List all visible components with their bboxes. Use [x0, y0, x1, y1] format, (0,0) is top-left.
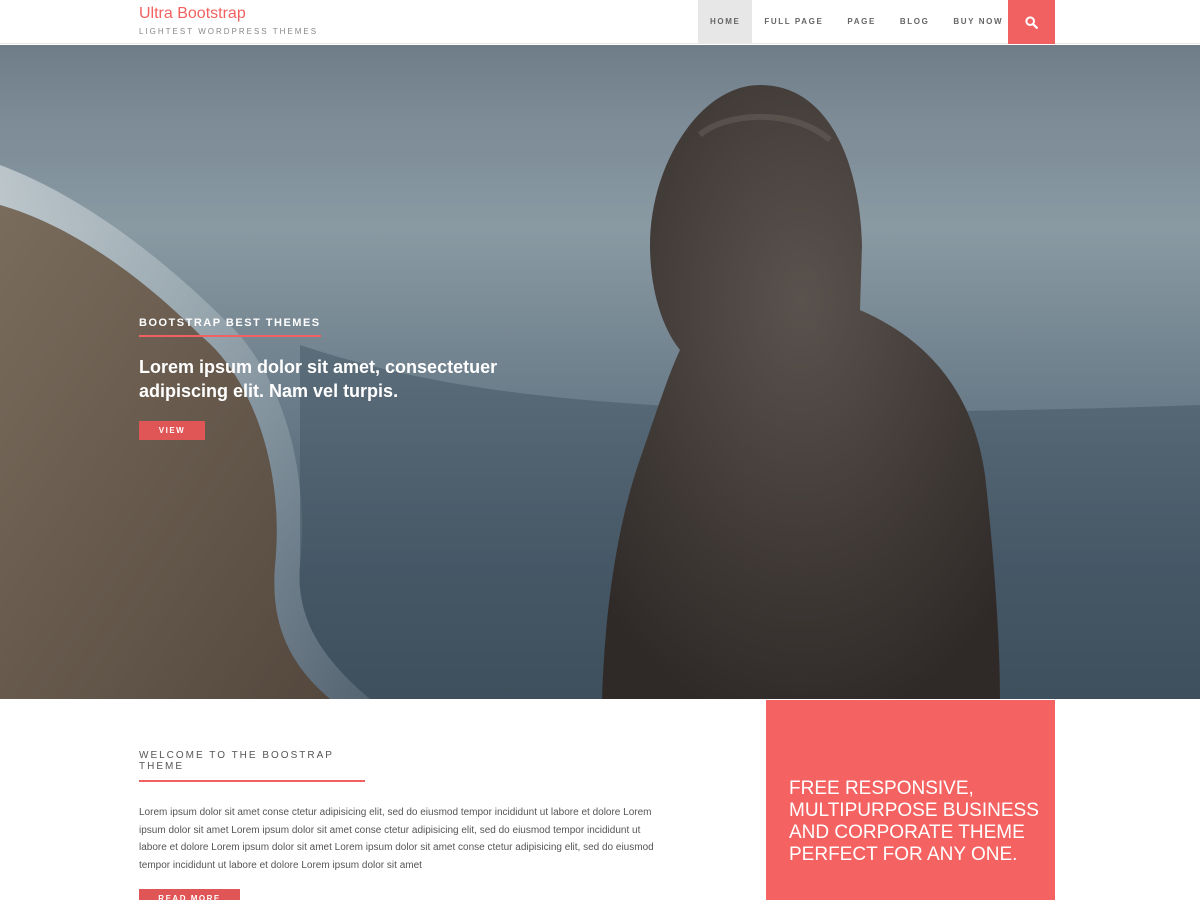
site-tagline: LIGHTEST WORDPRESS THEMES	[139, 27, 319, 36]
promo-text: FREE RESPONSIVE, MULTIPURPOSE BUSINESS A…	[789, 778, 1039, 865]
nav-home[interactable]: HOME	[698, 0, 753, 44]
nav-buy-now[interactable]: BUY NOW	[941, 0, 1015, 44]
site-header: Ultra Bootstrap LIGHTEST WORDPRESS THEME…	[0, 0, 1200, 44]
search-icon	[1025, 15, 1038, 29]
main-nav: HOME FULL PAGE PAGE BLOG BUY NOW	[698, 0, 1015, 44]
search-button[interactable]	[1008, 0, 1055, 44]
hero-slider: BOOTSTRAP BEST THEMES Lorem ipsum dolor …	[0, 45, 1200, 699]
hero-kicker: BOOTSTRAP BEST THEMES	[139, 317, 321, 337]
view-button[interactable]: VIEW	[139, 421, 205, 440]
welcome-title: WELCOME TO THE BOOSTRAP THEME	[139, 750, 365, 782]
brand[interactable]: Ultra Bootstrap LIGHTEST WORDPRESS THEME…	[139, 5, 318, 36]
welcome-text: Lorem ipsum dolor sit amet conse ctetur …	[139, 807, 654, 871]
welcome-section: WELCOME TO THE BOOSTRAP THEME Lorem ipsu…	[139, 750, 669, 900]
nav-page[interactable]: PAGE	[835, 0, 887, 44]
read-more-button[interactable]: READ MORE	[139, 889, 240, 900]
nav-blog[interactable]: BLOG	[888, 0, 942, 44]
hero-caption: BOOTSTRAP BEST THEMES Lorem ipsum dolor …	[139, 313, 519, 440]
site-title[interactable]: Ultra Bootstrap	[139, 5, 318, 23]
promo-box: FREE RESPONSIVE, MULTIPURPOSE BUSINESS A…	[766, 700, 1055, 900]
hero-heading: Lorem ipsum dolor sit amet, consectetuer…	[139, 357, 498, 401]
nav-full-page[interactable]: FULL PAGE	[752, 0, 835, 44]
